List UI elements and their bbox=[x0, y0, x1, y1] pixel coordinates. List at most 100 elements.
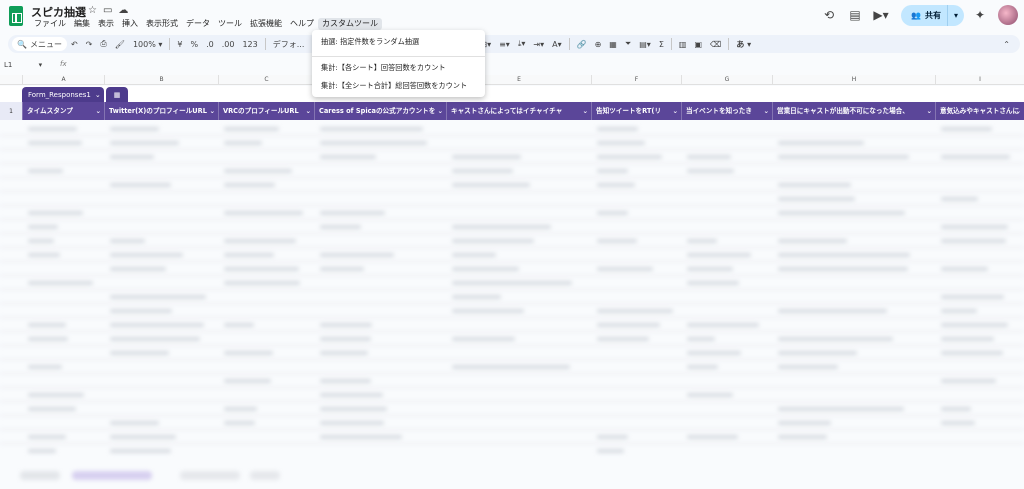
insert-comment-icon[interactable]: ⊕ bbox=[591, 40, 606, 49]
blurred-cell-content bbox=[452, 365, 570, 369]
undo-icon[interactable]: ↶ bbox=[67, 40, 82, 49]
grid-row-line bbox=[0, 135, 1024, 136]
text-wrap-icon[interactable]: ⇥▾ bbox=[529, 40, 548, 49]
blurred-cell-content bbox=[597, 337, 649, 341]
menu-edit[interactable]: 編集 bbox=[70, 18, 94, 30]
menu-view[interactable]: 表示 bbox=[94, 18, 118, 30]
header-cell-c[interactable]: VRCのプロフィールURL ⌄ bbox=[218, 102, 314, 120]
blurred-cell-content bbox=[778, 351, 857, 355]
header-cell-d[interactable]: Caress of Spicaの公式アカウントを ⌄ bbox=[314, 102, 446, 120]
text-rotation-icon[interactable]: A▾ bbox=[548, 40, 566, 49]
group-icon[interactable]: ▣ bbox=[690, 40, 706, 49]
chevron-down-icon[interactable]: ⌄ bbox=[209, 102, 215, 120]
menu-item-count-per-sheet[interactable]: 集計:【各シート】回答回数をカウント bbox=[321, 63, 446, 73]
percent-format-button[interactable]: % bbox=[186, 40, 202, 49]
sheet-tab-blur[interactable] bbox=[180, 471, 240, 480]
print-icon[interactable]: ⎙ bbox=[96, 39, 110, 49]
zoom-select[interactable]: 100% ▾ bbox=[129, 40, 166, 49]
header-cell-f[interactable]: 告知ツイートをRT(リ ⌄ bbox=[591, 102, 681, 120]
table-tab-form-responses[interactable]: Form_Responses1 ⌄ bbox=[22, 87, 104, 102]
insert-chart-icon[interactable]: ▦ bbox=[605, 40, 621, 49]
avatar[interactable] bbox=[998, 5, 1018, 25]
menu-help[interactable]: ヘルプ bbox=[286, 18, 318, 30]
blurred-cell-content bbox=[778, 309, 887, 313]
grid-row-line bbox=[0, 303, 1024, 304]
comments-icon[interactable]: ▤ bbox=[845, 5, 865, 25]
input-tools-button[interactable]: あ ▾ bbox=[732, 39, 755, 50]
header-cell-a[interactable]: タイムスタンプ ⌄ bbox=[22, 102, 104, 120]
insert-link-icon[interactable]: 🔗 bbox=[573, 40, 591, 49]
table-view-icon[interactable]: ▦ bbox=[106, 87, 128, 102]
font-select[interactable]: デフォ... bbox=[269, 39, 309, 50]
column-header-i[interactable]: I bbox=[935, 75, 1024, 85]
chevron-down-icon[interactable]: ⌄ bbox=[582, 102, 588, 120]
chevron-down-icon[interactable]: ⌄ bbox=[305, 102, 311, 120]
number-format-button[interactable]: 123 bbox=[238, 40, 261, 49]
blurred-data-grid[interactable] bbox=[0, 122, 1024, 457]
move-folder-icon[interactable]: ▭ bbox=[103, 5, 112, 16]
name-box[interactable]: L1 ▾ bbox=[4, 61, 42, 69]
header-cell-e[interactable]: キャストさんによってはイチャイチャ ⌄ bbox=[446, 102, 591, 120]
header-cell-b[interactable]: Twitter(X)のプロフィールURL ⌄ bbox=[104, 102, 218, 120]
blurred-cell-content bbox=[320, 225, 361, 229]
gemini-sparkle-icon[interactable]: ✦ bbox=[970, 5, 990, 25]
meet-video-icon[interactable]: ▶▾ bbox=[871, 5, 891, 25]
chevron-down-icon[interactable]: ⌄ bbox=[95, 102, 101, 120]
filter-views-icon[interactable]: ▤▾ bbox=[635, 40, 655, 49]
share-button[interactable]: 👥 共有 ▾ bbox=[901, 4, 964, 26]
column-header-b[interactable]: B bbox=[104, 75, 218, 85]
chevron-down-icon[interactable]: ⌄ bbox=[763, 102, 769, 120]
collapse-toolbar-icon[interactable]: ⌃ bbox=[999, 40, 1014, 49]
menu-format[interactable]: 表示形式 bbox=[142, 18, 182, 30]
menu-insert[interactable]: 挿入 bbox=[118, 18, 142, 30]
star-icon[interactable]: ☆ bbox=[88, 5, 97, 16]
column-header-c[interactable]: C bbox=[218, 75, 314, 85]
chevron-down-icon[interactable]: ⌄ bbox=[672, 102, 678, 120]
redo-icon[interactable]: ↷ bbox=[82, 40, 97, 49]
menu-item-count-all-sheets[interactable]: 集計:【全シート合計】総回答回数をカウント bbox=[321, 81, 467, 91]
blurred-cell-content bbox=[320, 421, 384, 425]
header-cell-i[interactable]: 意気込みやキャストさんに ⌄ bbox=[935, 102, 1024, 120]
menu-extensions[interactable]: 拡張機能 bbox=[246, 18, 286, 30]
functions-icon[interactable]: Σ bbox=[655, 40, 668, 49]
name-box-dropdown-icon[interactable]: ▾ bbox=[39, 61, 43, 69]
menu-search[interactable]: 🔍 メニュー bbox=[12, 37, 67, 51]
currency-format-button[interactable]: ¥ bbox=[173, 40, 186, 49]
chevron-down-icon[interactable]: ⌄ bbox=[95, 91, 101, 99]
blurred-cell-content bbox=[687, 365, 718, 369]
sheet-tab-blur[interactable] bbox=[250, 471, 280, 480]
column-header-h[interactable]: H bbox=[772, 75, 935, 85]
cloud-status-icon[interactable]: ☁ bbox=[118, 5, 128, 16]
horizontal-align-icon[interactable]: ≡▾ bbox=[495, 40, 514, 49]
active-sheet-tab-blur[interactable] bbox=[72, 471, 152, 480]
chevron-down-icon[interactable]: ⌄ bbox=[1015, 102, 1021, 120]
menu-tools[interactable]: ツール bbox=[214, 18, 246, 30]
decrease-decimal-button[interactable]: .0 bbox=[202, 40, 218, 49]
column-header-a[interactable]: A bbox=[22, 75, 104, 85]
increase-decimal-button[interactable]: .00 bbox=[218, 40, 239, 49]
row-number[interactable]: 1 bbox=[0, 102, 22, 120]
blurred-cell-content bbox=[28, 407, 76, 411]
column-header-f[interactable]: F bbox=[591, 75, 681, 85]
menu-item-random-draw[interactable]: 抽選: 指定件数をランダム抽選 bbox=[321, 37, 419, 47]
menu-custom-tools[interactable]: カスタムツール bbox=[318, 18, 382, 30]
menu-file[interactable]: ファイル bbox=[30, 18, 70, 30]
paint-format-icon[interactable]: 🖌 bbox=[111, 40, 129, 49]
title-bar: スピカ抽選 ☆ ▭ ☁ ファイル 編集 表示 挿入 表示形式 データ ツール 拡… bbox=[0, 0, 1024, 32]
share-dropdown-icon[interactable]: ▾ bbox=[954, 11, 958, 20]
header-cell-h[interactable]: 営業日にキャストが出動不可になった場合、 ⌄ bbox=[772, 102, 935, 120]
history-icon[interactable]: ⟲ bbox=[819, 5, 839, 25]
vertical-align-icon[interactable]: ⤓▾ bbox=[514, 39, 530, 49]
freeze-icon[interactable]: ▥ bbox=[675, 40, 691, 49]
column-header-g[interactable]: G bbox=[681, 75, 772, 85]
grid-row-line bbox=[0, 247, 1024, 248]
clear-format-icon[interactable]: ⌫ bbox=[706, 40, 725, 49]
header-cell-g[interactable]: 当イベントを知ったき ⌄ bbox=[681, 102, 772, 120]
menu-data[interactable]: データ bbox=[182, 18, 214, 30]
sheet-bar-blurred bbox=[0, 462, 1024, 489]
chevron-down-icon[interactable]: ⌄ bbox=[437, 102, 443, 120]
filter-icon[interactable]: ⏷ bbox=[621, 39, 635, 49]
sheets-logo-icon[interactable] bbox=[9, 6, 23, 26]
blurred-cell-content bbox=[320, 211, 385, 215]
chevron-down-icon[interactable]: ⌄ bbox=[926, 102, 932, 120]
